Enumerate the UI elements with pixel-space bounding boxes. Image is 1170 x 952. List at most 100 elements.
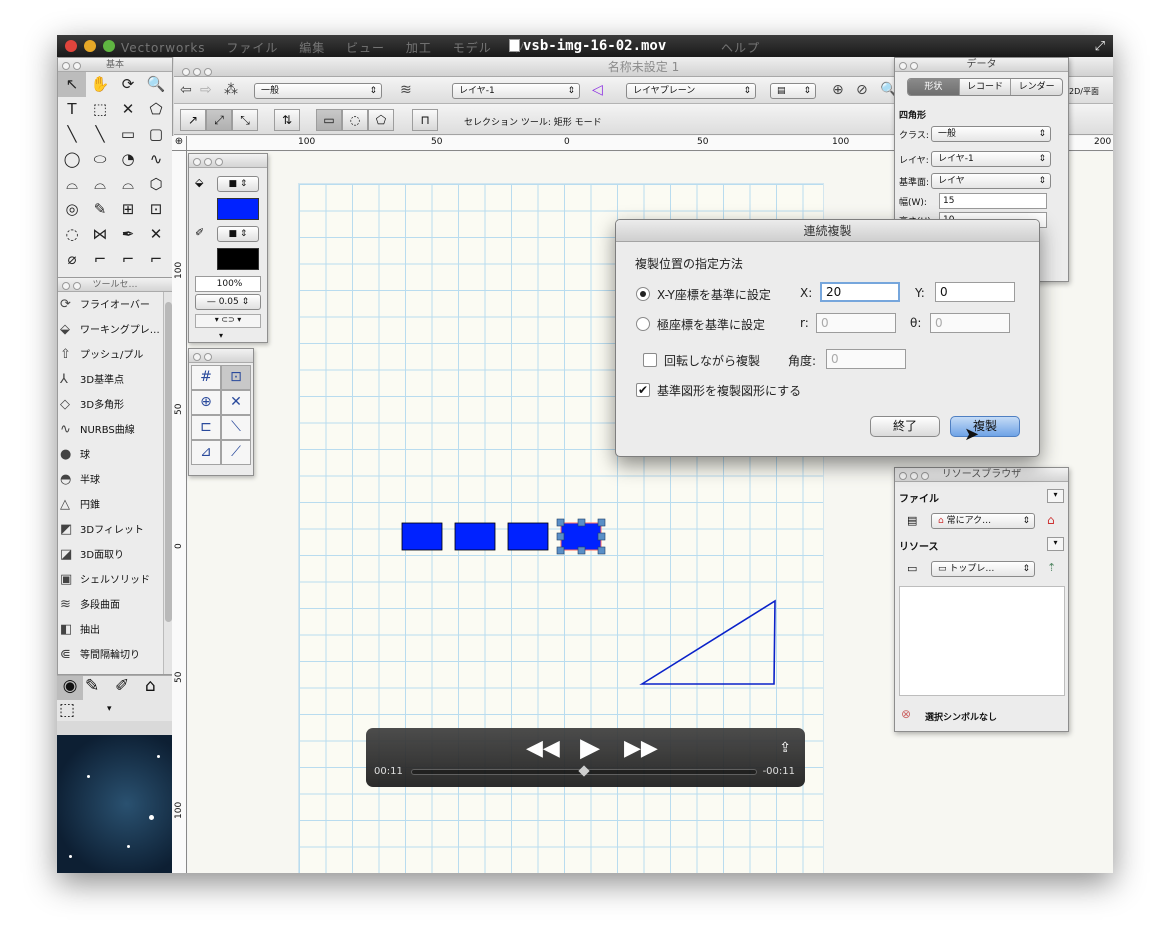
home-button-icon[interactable]: ⌂ [1047,513,1055,527]
basic-tool-icon[interactable]: ✎ [86,197,114,222]
basic-tool-icon[interactable]: ⬭ [86,147,114,172]
mode-transform-button[interactable]: ⊓ [412,109,438,131]
arrowhead-popup[interactable]: ▾ ⊂⊃ ▾ [195,314,261,328]
data-plane-popup[interactable]: レイヤ [931,173,1051,189]
finish-button[interactable]: 終了 [870,416,940,437]
minimize-window-button[interactable] [84,40,96,52]
menu-edit[interactable]: 編集 [299,41,325,55]
toolset-item[interactable]: ⟳ フライオーバー [58,292,172,317]
menu-view[interactable]: ビュー [346,41,385,55]
basic-tool-icon[interactable]: ✒ [114,222,142,247]
basic-tool-icon[interactable]: ◌ [58,222,86,247]
selected-rectangle-object[interactable] [560,522,602,551]
y-offset-field[interactable]: 0 [935,282,1015,302]
toolset-item[interactable]: ● 球 [58,442,172,467]
category-cube-icon[interactable]: ⬚ [59,700,75,720]
basic-tool-icon[interactable]: ⌓ [114,172,142,197]
snap-button[interactable]: # [191,365,221,390]
fast-forward-icon[interactable]: ▶▶ [624,736,658,761]
working-plane-icon[interactable]: ◁ [592,82,603,98]
base-object-checkbox[interactable]: ✔ [636,383,650,397]
tab-render[interactable]: レンダー [1011,79,1062,95]
basic-tool-icon[interactable]: ⌐ [142,247,170,272]
toolset-item[interactable]: ⇧ プッシュ/プル [58,342,172,367]
toolset-item[interactable]: ⅄ 3D基準点 [58,367,172,392]
menu-file[interactable]: ファイル [226,41,278,55]
basic-tool-icon[interactable]: ⌓ [58,172,86,197]
expand-arrows-icon[interactable]: ⤢ [1095,39,1105,54]
basic-tool-icon[interactable]: ◎ [58,197,86,222]
data-class-popup[interactable]: 一般 [931,126,1051,142]
basic-tool-icon[interactable]: ✋ [86,72,114,97]
toolset-scrollbar[interactable] [163,292,172,674]
toolset-item[interactable]: ◇ 3D多角形 [58,392,172,417]
pen-style-popup[interactable]: ■ ⇕ [217,226,259,242]
toolset-item[interactable]: ◧ 抽出 [58,617,172,642]
base-object-label[interactable]: 基準図形を複製図形にする [657,382,801,399]
snap-button[interactable]: ⊡ [221,365,251,390]
scrubber-track[interactable] [411,765,757,777]
polar-radio-label[interactable]: 極座標を基準に設定 [657,316,765,333]
file-popup[interactable]: ⌂ 常にアク… [931,513,1035,529]
class-popup[interactable]: 一般 [254,83,382,99]
zoom-page-icon[interactable]: ⊘ [856,82,868,98]
rectangle-object[interactable] [401,522,443,551]
tab-record[interactable]: レコード [960,79,1012,95]
toolset-item[interactable]: ⋐ 等間隔輪切り [58,642,172,667]
forward-arrow-icon[interactable]: ⇨ [200,82,212,98]
close-window-button[interactable] [65,40,77,52]
toolset-item[interactable]: ≋ 多段曲面 [58,592,172,617]
chevron-down-icon[interactable]: ▾ [219,331,223,340]
basic-tool-icon[interactable]: ⌐ [114,247,142,272]
category-pen-icon[interactable]: ✐ [115,676,129,696]
share-icon[interactable]: ⇪ [779,740,791,756]
menu-model[interactable]: モデル [453,41,492,55]
tab-shape[interactable]: 形状 [908,79,960,95]
vertical-ruler[interactable]: 100 50 0 50 100 [172,151,187,873]
pen-color-swatch[interactable] [217,248,259,270]
toolset-item[interactable]: ◪ 3D面取り [58,542,172,567]
mode-no-snap-button[interactable]: ↗ [180,109,206,131]
toolset-item[interactable]: ⬙ ワーキングプレ… [58,317,172,342]
rotate-checkbox[interactable] [643,353,657,367]
toolset-item[interactable]: ▣ シェルソリッド [58,567,172,592]
radius-field[interactable]: 0 [816,313,896,333]
snap-button[interactable]: ⟋ [221,440,251,465]
snap-button[interactable]: ⊿ [191,440,221,465]
fill-style-popup[interactable]: ■ ⇕ [217,176,259,192]
basic-tool-icon[interactable]: ◔ [114,147,142,172]
play-icon[interactable]: ▶ [580,733,600,763]
toolset-item[interactable]: ◓ 半球 [58,467,172,492]
toolset-scroll-thumb[interactable] [165,302,172,622]
mode-rectangle-button[interactable]: ▭ [316,109,342,131]
angle-field[interactable]: 0 [826,349,906,369]
x-offset-field[interactable]: 20 [820,282,900,302]
snap-button[interactable]: ⟍ [221,415,251,440]
basic-tool-icon[interactable]: ⌓ [86,172,114,197]
rectangle-object[interactable] [507,522,549,551]
basic-tool-icon[interactable]: T [58,97,86,122]
toolset-item[interactable]: ∿ NURBS曲線 [58,417,172,442]
view-popup[interactable]: ▤ [770,83,816,99]
toolset-item[interactable]: ◩ 3Dフィレット [58,517,172,542]
toolset-item[interactable]: △ 円錐 [58,492,172,517]
rotate-label[interactable]: 回転しながら複製 [664,352,760,369]
plane-popup[interactable]: レイヤプレーン [626,83,756,99]
rectangle-object[interactable] [454,522,496,551]
basic-tool-icon[interactable]: ⬚ [86,97,114,122]
line-weight-popup[interactable]: — 0.05 ⇕ [195,294,261,310]
mode-multi-button[interactable]: ⤡ [232,109,258,131]
xy-radio[interactable] [636,287,650,301]
basic-tool-icon[interactable]: ◯ [58,147,86,172]
category-3d-icon[interactable]: ◉ [57,676,83,700]
basic-tool-icon[interactable]: ╲ [58,122,86,147]
parent-folder-icon[interactable]: ⇡ [1047,561,1056,574]
polar-radio[interactable] [636,317,650,331]
layer-stack-icon[interactable]: ≋ [400,82,412,98]
zoom-fit-icon[interactable]: ⊕ [832,82,844,98]
basic-tool-icon[interactable]: ⊞ [114,197,142,222]
resource-list[interactable] [899,586,1065,696]
triangle-object[interactable] [639,599,776,685]
basic-tool-icon[interactable]: ⟳ [114,72,142,97]
basic-tool-icon[interactable]: ▢ [142,122,170,147]
